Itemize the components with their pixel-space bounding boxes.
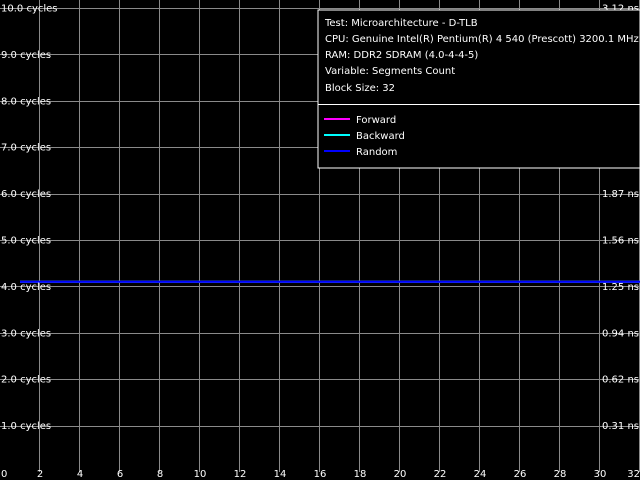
- x-axis-labels: 0 2 4 6 8 10 12 14 16 18 20 22 24 26 28 30 32: [1, 469, 640, 480]
- y-tick-label-left: 2.0 cycles: [1, 375, 51, 386]
- chart-canvas: 1.0 cycles 2.0 cycles 3.0 cycles 4.0 cycles…: [0, 0, 640, 480]
- y-tick-label-left: 7.0 cycles: [1, 143, 51, 154]
- x-tick-label: 10: [194, 469, 207, 480]
- y-tick-label-left: 9.0 cycles: [1, 50, 51, 61]
- x-tick-label: 32: [627, 469, 640, 480]
- legend-label-backward: Backward: [356, 131, 405, 142]
- info-cpu: CPU: Genuine Intel(R) Pentium(R) 4 540 (…: [325, 34, 639, 45]
- x-tick-label: 4: [77, 469, 83, 480]
- x-tick-label: 20: [394, 469, 407, 480]
- y-tick-label-right: 0.94 ns: [602, 328, 639, 339]
- x-tick-label: 26: [514, 469, 527, 480]
- legend-label-forward: Forward: [356, 115, 396, 126]
- x-tick-label: 16: [314, 469, 327, 480]
- x-tick-label: 30: [594, 469, 607, 480]
- info-variable: Variable: Segments Count: [325, 66, 455, 77]
- y-tick-label-right: 1.87 ns: [602, 189, 639, 200]
- info-box: Test: Microarchitecture - D-TLB CPU: Gen…: [317, 9, 640, 169]
- y-tick-label-left: 10.0 cycles: [1, 4, 58, 15]
- x-tick-label: 28: [554, 469, 567, 480]
- y-tick-label-right: 0.62 ns: [602, 375, 639, 386]
- y-tick-label-left: 3.0 cycles: [1, 328, 51, 339]
- x-tick-label: 8: [157, 469, 163, 480]
- y-tick-label-right: 0.31 ns: [602, 421, 639, 432]
- x-tick-label: 6: [117, 469, 123, 480]
- y-tick-label-right: 1.56 ns: [602, 236, 639, 247]
- y-tick-label-left: 6.0 cycles: [1, 189, 51, 200]
- x-tick-label: 0: [1, 469, 7, 480]
- y-tick-label-left: 1.0 cycles: [1, 421, 51, 432]
- x-tick-label: 22: [434, 469, 447, 480]
- info-block-size: Block Size: 32: [325, 83, 395, 94]
- y-tick-label-left: 4.0 cycles: [1, 282, 51, 293]
- x-tick-label: 14: [274, 469, 287, 480]
- x-tick-label: 18: [354, 469, 367, 480]
- y-axis-left-labels: 1.0 cycles 2.0 cycles 3.0 cycles 4.0 cycles…: [1, 4, 58, 433]
- x-tick-label: 12: [234, 469, 247, 480]
- y-tick-label-left: 8.0 cycles: [1, 96, 51, 107]
- x-tick-label: 24: [474, 469, 487, 480]
- y-tick-label-right: 1.25 ns: [602, 282, 639, 293]
- info-test: Test: Microarchitecture - D-TLB: [324, 18, 478, 29]
- legend-label-random: Random: [356, 147, 397, 158]
- info-ram: RAM: DDR2 SDRAM (4.0-4-4-5): [325, 50, 478, 61]
- x-tick-label: 2: [37, 469, 43, 480]
- y-tick-label-left: 5.0 cycles: [1, 236, 51, 247]
